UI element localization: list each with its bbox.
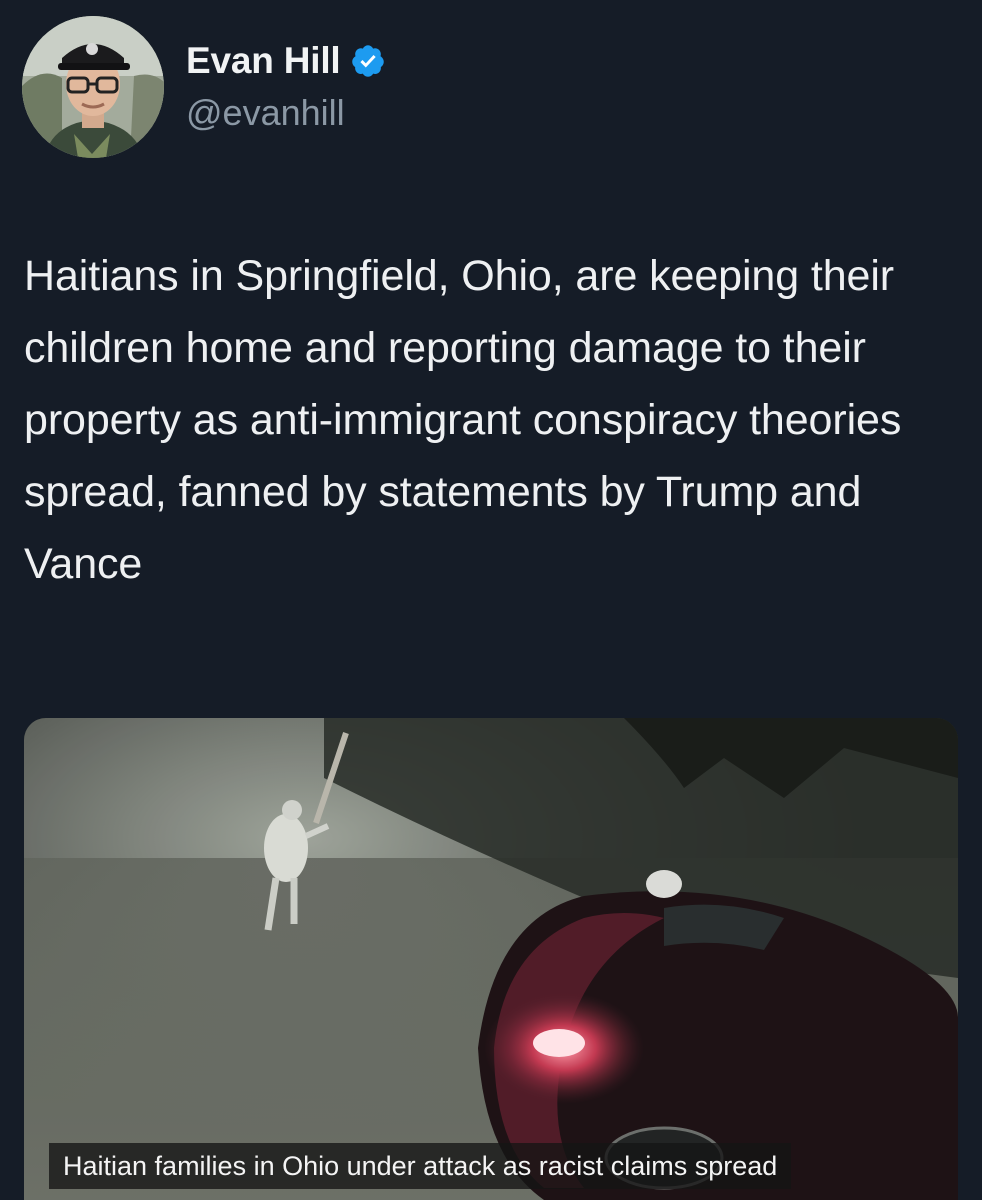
media-video-still [24,718,958,1200]
tweet-card[interactable]: Evan Hill @evanhill Haitians in Springfi… [0,0,982,1200]
tweet-text: Haitians in Springfield, Ohio, are keepi… [24,252,902,588]
handle[interactable]: @evanhill [186,90,386,136]
tweet-header: Evan Hill @evanhill [22,16,386,160]
name-row: Evan Hill [186,38,386,84]
verified-badge-icon [352,45,385,77]
media-caption: Haitian families in Ohio under attack as… [49,1143,792,1189]
tweet-media[interactable]: Haitian families in Ohio under attack as… [24,718,958,1200]
author-identity: Evan Hill @evanhill [186,16,386,136]
display-name[interactable]: Evan Hill [186,38,341,84]
avatar[interactable] [22,16,164,158]
avatar-image [22,16,164,158]
